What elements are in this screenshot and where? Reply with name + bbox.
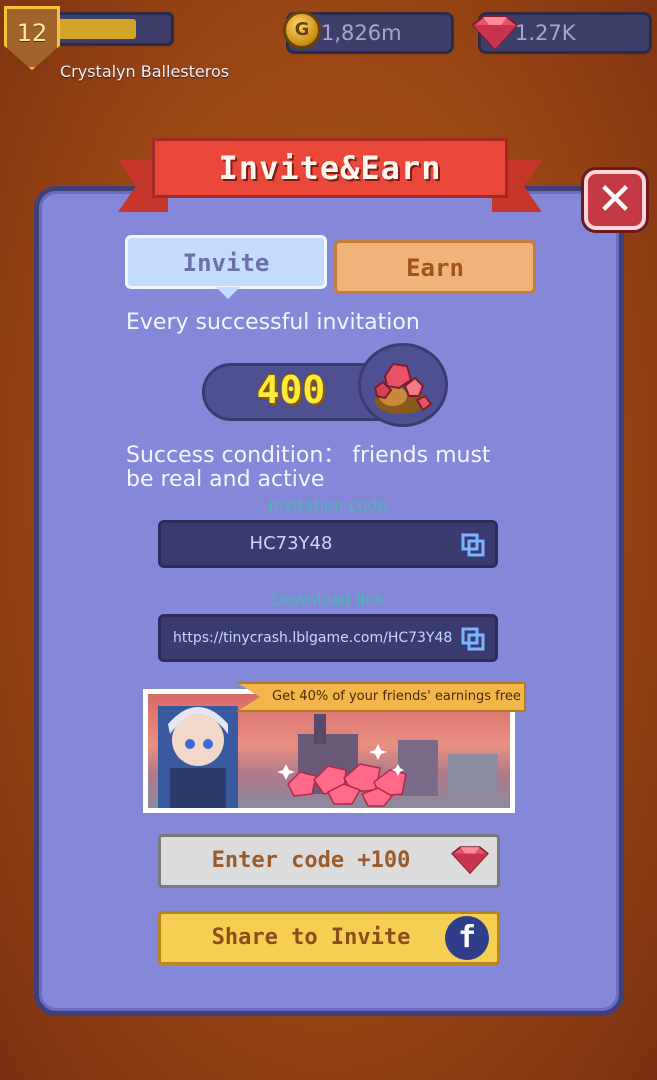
share-to-invite-button[interactable]: Share to Invite f bbox=[158, 911, 500, 965]
xp-bar-fill bbox=[55, 19, 136, 39]
share-label: Share to Invite bbox=[211, 925, 411, 950]
gem-icon bbox=[471, 16, 519, 51]
gem-value: 1.27K bbox=[515, 21, 576, 45]
tab-earn[interactable]: Earn bbox=[334, 240, 536, 294]
gem-pile-icon bbox=[373, 362, 433, 414]
level-number: 12 bbox=[16, 19, 48, 47]
download-link-value: https://tinycrash.lblgame.com/HC73Y48 bbox=[173, 630, 453, 646]
condition-text-line1: Success condition： friends must bbox=[126, 443, 491, 468]
dialog-title: Invite&Earn bbox=[152, 138, 508, 198]
condition-text-line2: be real and active bbox=[126, 467, 325, 492]
level-shield-icon: 12 bbox=[4, 6, 60, 70]
gold-coin-icon: G bbox=[283, 11, 321, 49]
facebook-icon: f bbox=[445, 916, 489, 960]
tab-invite[interactable]: Invite bbox=[125, 235, 327, 299]
enter-code-button[interactable]: Enter code +100 bbox=[158, 834, 500, 888]
close-icon: ✕ bbox=[596, 174, 634, 225]
download-link-field[interactable]: https://tinycrash.lblgame.com/HC73Y48 bbox=[158, 614, 498, 662]
invitation-code-value: HC73Y48 bbox=[249, 533, 333, 554]
promo-ribbon: Get 40% of your friends' earnings free bbox=[236, 682, 526, 712]
copy-icon[interactable] bbox=[461, 533, 485, 557]
download-link-label: Download link bbox=[271, 590, 385, 609]
copy-icon[interactable] bbox=[461, 627, 485, 651]
player-name: Crystalyn Ballesteros bbox=[60, 62, 230, 81]
gold-counter[interactable]: G 1,826m bbox=[283, 11, 454, 54]
reward-amount: 400 bbox=[256, 368, 326, 412]
gold-value: 1,826m bbox=[321, 21, 402, 45]
close-button[interactable]: ✕ bbox=[584, 170, 646, 230]
xp-bar bbox=[48, 12, 174, 46]
invitation-code-field[interactable]: HC73Y48 bbox=[158, 520, 498, 568]
top-hud: 12 Crystalyn Ballesteros G 1,826m 1.27K bbox=[0, 0, 657, 90]
gem-counter[interactable]: 1.27K bbox=[471, 12, 652, 54]
title-banner: Invite&Earn bbox=[118, 138, 542, 218]
invitation-code-label: Invitation code bbox=[268, 496, 388, 515]
enter-code-label: Enter code +100 bbox=[211, 848, 411, 873]
reward-bubble bbox=[358, 343, 448, 427]
gem-icon bbox=[451, 846, 489, 875]
reward-caption: Every successful invitation bbox=[126, 310, 420, 335]
